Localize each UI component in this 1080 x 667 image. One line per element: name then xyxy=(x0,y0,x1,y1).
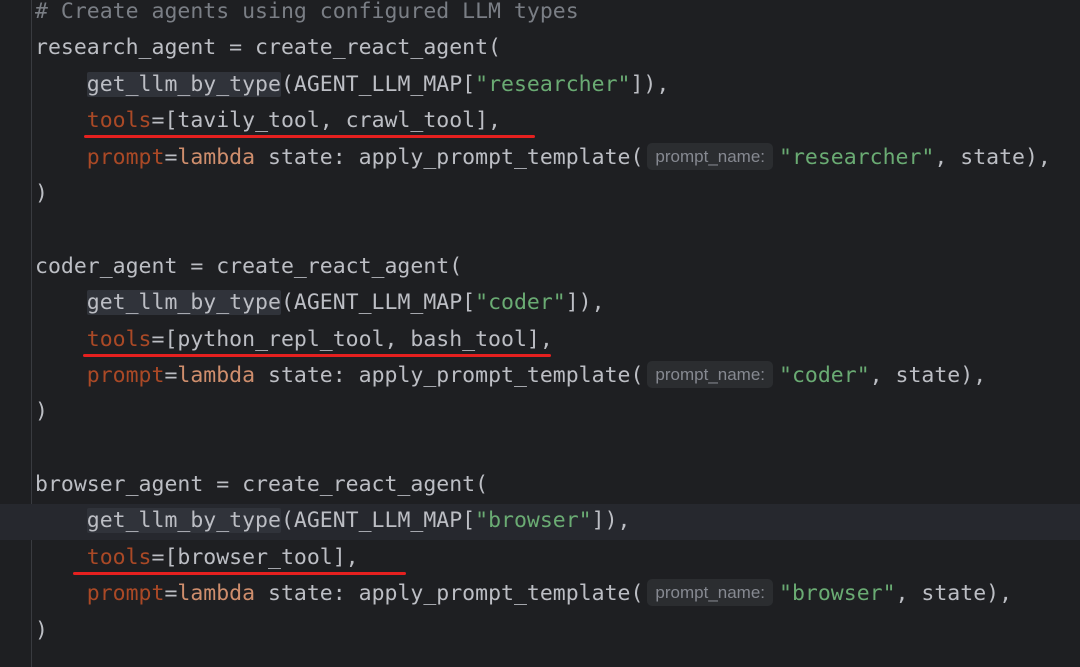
code-editor[interactable]: # Create agents using configured LLM typ… xyxy=(0,0,1080,667)
parameter-hint: prompt_name: xyxy=(647,142,774,170)
code-line: prompt=lambda state: apply_prompt_templa… xyxy=(35,140,1051,176)
code-token: ]), xyxy=(591,508,631,534)
code-line: tools=[python_repl_tool, bash_tool], xyxy=(35,322,1051,358)
code-line: get_llm_by_type(AGENT_LLM_MAP["coder"]), xyxy=(35,285,1051,321)
function-call-highlight: get_llm_by_type xyxy=(86,71,281,97)
code-token: = xyxy=(164,144,178,170)
keyword-argument: tools xyxy=(86,544,152,570)
code-token: (AGENT_LLM_MAP[ xyxy=(280,71,476,97)
string-literal: "browser" xyxy=(779,581,896,607)
code-token: ]), xyxy=(565,290,605,316)
code-token: , state), xyxy=(869,362,987,388)
tools-list: =[tavily_tool, crawl_tool], xyxy=(151,108,502,134)
code-token: ]), xyxy=(630,71,670,97)
tools-list: =[browser_tool], xyxy=(151,544,359,570)
code-area[interactable]: # Create agents using configured LLM typ… xyxy=(35,0,1051,649)
code-line: tools=[browser_tool], xyxy=(35,540,1051,576)
parameter-hint: prompt_name: xyxy=(647,360,774,388)
code-line: tools=[tavily_tool, crawl_tool], xyxy=(35,103,1051,139)
function-call-highlight: get_llm_by_type xyxy=(86,290,281,316)
code-token: state: apply_prompt_template( xyxy=(255,581,644,607)
code-token: state: apply_prompt_template( xyxy=(255,362,644,388)
keyword-argument: tools xyxy=(86,108,152,134)
code-token: = xyxy=(164,581,178,607)
red-underline-annotation xyxy=(84,135,535,139)
browser-agent-declaration: browser_agent = create_react_agent( xyxy=(35,472,489,498)
indent-guide xyxy=(31,0,32,667)
code-line: prompt=lambda state: apply_prompt_templa… xyxy=(35,358,1051,394)
keyword-argument: prompt xyxy=(86,362,165,388)
coder-agent-declaration: coder_agent = create_react_agent( xyxy=(35,253,463,279)
string-literal: "browser" xyxy=(475,508,592,534)
lambda-keyword: lambda xyxy=(177,362,256,388)
red-underline-annotation xyxy=(73,571,406,575)
code-line: ) xyxy=(35,176,1051,212)
code-token: , state), xyxy=(934,144,1051,170)
keyword-argument: prompt xyxy=(86,144,165,170)
tools-list: =[python_repl_tool, bash_tool], xyxy=(151,326,553,352)
lambda-keyword: lambda xyxy=(177,581,256,607)
code-comment: # Create agents using configured LLM typ… xyxy=(35,0,579,24)
code-line: research_agent = create_react_agent( xyxy=(35,30,1051,66)
code-token: (AGENT_LLM_MAP[ xyxy=(280,290,476,316)
keyword-argument: tools xyxy=(86,326,152,352)
string-literal: "researcher" xyxy=(779,144,935,170)
parameter-hint: prompt_name: xyxy=(647,579,774,607)
research-agent-declaration: research_agent = create_react_agent( xyxy=(35,35,501,61)
closing-paren: ) xyxy=(35,617,48,643)
code-line: ) xyxy=(35,613,1051,649)
code-token: (AGENT_LLM_MAP[ xyxy=(280,508,476,534)
string-literal: "researcher" xyxy=(475,71,631,97)
lambda-keyword: lambda xyxy=(177,144,256,170)
code-line: coder_agent = create_react_agent( xyxy=(35,249,1051,285)
code-line: ) xyxy=(35,394,1051,430)
closing-paren: ) xyxy=(35,180,48,206)
string-literal: "coder" xyxy=(779,362,870,388)
code-token: , state), xyxy=(895,581,1013,607)
red-underline-annotation xyxy=(83,353,551,357)
code-line: get_llm_by_type(AGENT_LLM_MAP["browser"]… xyxy=(35,503,1051,539)
string-literal: "coder" xyxy=(475,290,566,316)
code-token: = xyxy=(164,362,178,388)
code-token: state: apply_prompt_template( xyxy=(255,144,644,170)
code-line: prompt=lambda state: apply_prompt_templa… xyxy=(35,576,1051,612)
closing-paren: ) xyxy=(35,399,48,425)
code-line: # Create agents using configured LLM typ… xyxy=(35,0,1051,30)
keyword-argument: prompt xyxy=(86,581,165,607)
code-line: browser_agent = create_react_agent( xyxy=(35,467,1051,503)
function-call-highlight: get_llm_by_type xyxy=(86,508,281,534)
code-line: get_llm_by_type(AGENT_LLM_MAP["researche… xyxy=(35,67,1051,103)
